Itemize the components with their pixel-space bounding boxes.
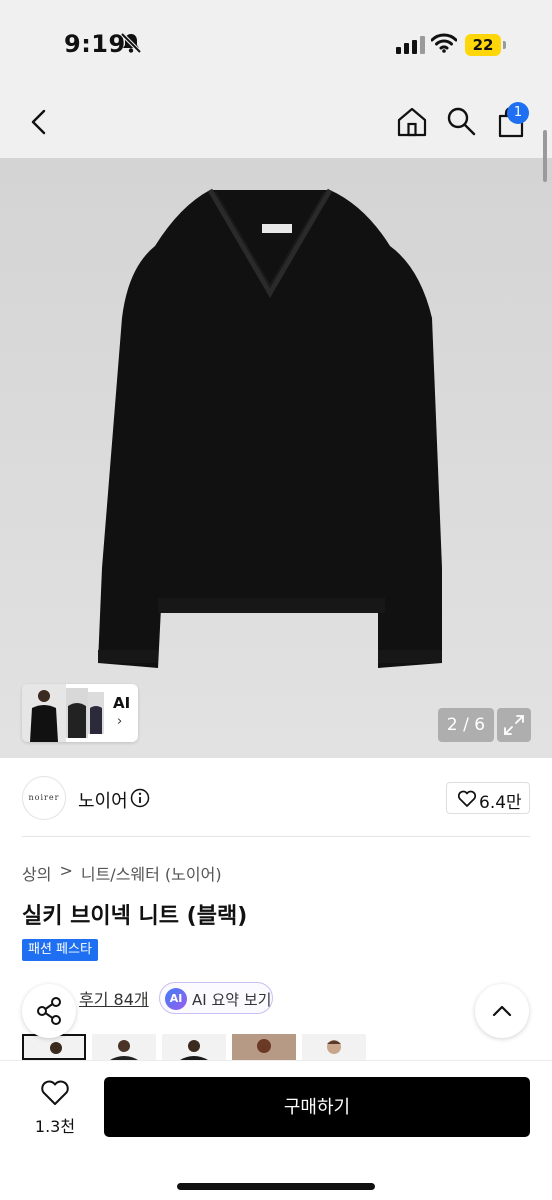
cart-count-badge: 1 [507, 102, 529, 124]
image-counter: 2 / 6 [438, 708, 494, 742]
chevron-up-icon [492, 1005, 512, 1017]
back-arrow-icon[interactable] [28, 108, 50, 136]
ai-label: AI [113, 694, 131, 712]
fullscreen-button[interactable] [497, 708, 531, 742]
home-icon[interactable] [396, 106, 428, 138]
info-icon[interactable] [130, 788, 150, 808]
share-button[interactable] [22, 984, 76, 1038]
breadcrumb: 상의 > 니트/스웨터 (노이어) [22, 861, 222, 885]
thumbnail-image [327, 1040, 341, 1054]
breadcrumb-separator: > [59, 861, 73, 880]
bottom-purchase-bar: 1.3천 구매하기 [0, 1060, 552, 1200]
brand-like-count: 6.4만 [479, 793, 522, 813]
top-navigation [0, 90, 552, 158]
wishlist-count: 1.3천 [34, 1117, 76, 1136]
bell-slash-icon [120, 32, 142, 54]
battery-indicator: 22 [465, 34, 501, 56]
heart-icon [41, 1080, 69, 1105]
ai-badge-icon: AI [165, 988, 187, 1010]
breadcrumb-subcategory[interactable]: 니트/스웨터 (노이어) [81, 861, 222, 885]
product-title: 실키 브이넥 니트 (블랙) [22, 904, 248, 929]
expand-icon [504, 715, 524, 735]
brand-like-button[interactable]: 6.4만 [446, 782, 530, 814]
wifi-icon [431, 33, 457, 53]
divider [22, 836, 530, 837]
status-bar: 9:19 22 [0, 0, 552, 90]
ai-styling-thumbnails[interactable]: AI › [22, 684, 138, 742]
brand-name[interactable]: 노이어 [78, 787, 128, 813]
scroll-indicator [543, 130, 547, 182]
thumbnail-image [180, 1040, 208, 1060]
thumbnail-item[interactable] [92, 1034, 156, 1060]
brand-logo[interactable]: noirer [22, 776, 66, 820]
status-time: 9:19 [64, 30, 126, 58]
thumbnail-item[interactable] [232, 1034, 296, 1060]
thumbnail-item[interactable] [162, 1034, 226, 1060]
chevron-right-icon: › [117, 714, 123, 729]
battery-tip [503, 41, 506, 49]
wishlist-button[interactable]: 1.3천 [30, 1079, 80, 1137]
thumbnail-item[interactable] [302, 1034, 366, 1060]
ai-summary-label: AI 요약 보기 [192, 991, 272, 1009]
event-tag[interactable]: 패션 페스타 [22, 939, 98, 961]
share-icon [37, 997, 61, 1025]
breadcrumb-category[interactable]: 상의 [22, 861, 51, 885]
search-icon[interactable] [446, 106, 476, 136]
scroll-to-top-button[interactable] [475, 984, 529, 1038]
color-thumbnail-strip [22, 1034, 552, 1060]
styling-thumbnail-images [22, 684, 104, 742]
heart-icon [457, 790, 477, 807]
home-indicator [177, 1183, 375, 1190]
review-link[interactable]: 후기 84개 [79, 986, 149, 1010]
ai-summary-button[interactable]: AI AI 요약 보기 [159, 982, 273, 1014]
product-image-sweater [98, 188, 442, 668]
product-page: 9:19 22 1 AI › 2 / 6 noirer 노이어 6.4만 상의 … [0, 0, 552, 1200]
thumbnail-image [232, 1034, 296, 1060]
cellular-signal-icon [396, 36, 425, 54]
thumbnail-image [110, 1040, 138, 1060]
thumbnail-image [50, 1042, 62, 1054]
buy-button[interactable]: 구매하기 [104, 1077, 530, 1137]
product-image-gallery[interactable]: AI › 2 / 6 [0, 158, 552, 758]
